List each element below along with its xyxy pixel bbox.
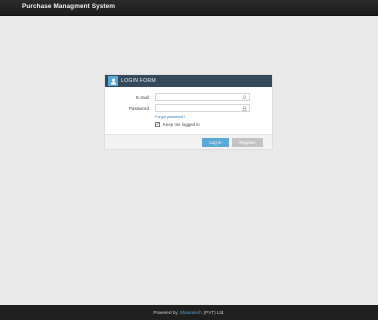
keep-logged-in-checkbox[interactable] — [155, 121, 160, 127]
login-button[interactable]: Log in — [202, 137, 229, 147]
page-footer: Powered by Shanotech (PVT) Ltd. — [0, 305, 378, 320]
top-navbar: Purchase Managment System — [0, 0, 378, 16]
footer-suffix: (PVT) Ltd. — [203, 310, 225, 315]
keep-logged-in-label: Keep me logged in — [163, 121, 200, 127]
login-form-title: LOGIN FORM — [121, 77, 156, 84]
email-row: E-mail — [105, 93, 272, 101]
lock-icon — [242, 106, 247, 111]
login-panel-footer: Log in Register — [105, 134, 272, 149]
keep-logged-in[interactable]: Keep me logged in — [155, 121, 200, 127]
email-field[interactable] — [155, 93, 250, 101]
user-icon — [108, 76, 118, 86]
login-panel: LOGIN FORM E-mail Password Forgot passwo… — [105, 75, 272, 149]
email-label: E-mail — [135, 94, 149, 100]
app-brand[interactable]: Purchase Managment System — [22, 3, 115, 10]
register-button[interactable]: Register — [232, 137, 263, 147]
password-row: Password — [105, 104, 272, 112]
forgot-password-link[interactable]: Forgot password? — [155, 115, 185, 119]
user-icon — [242, 95, 247, 100]
footer-company-link[interactable]: Shanotech — [180, 310, 202, 315]
login-panel-header: LOGIN FORM — [105, 75, 272, 87]
check-icon — [156, 122, 159, 126]
password-field[interactable] — [155, 104, 250, 112]
password-label: Password — [128, 105, 149, 111]
footer-prefix: Powered by — [153, 310, 178, 315]
